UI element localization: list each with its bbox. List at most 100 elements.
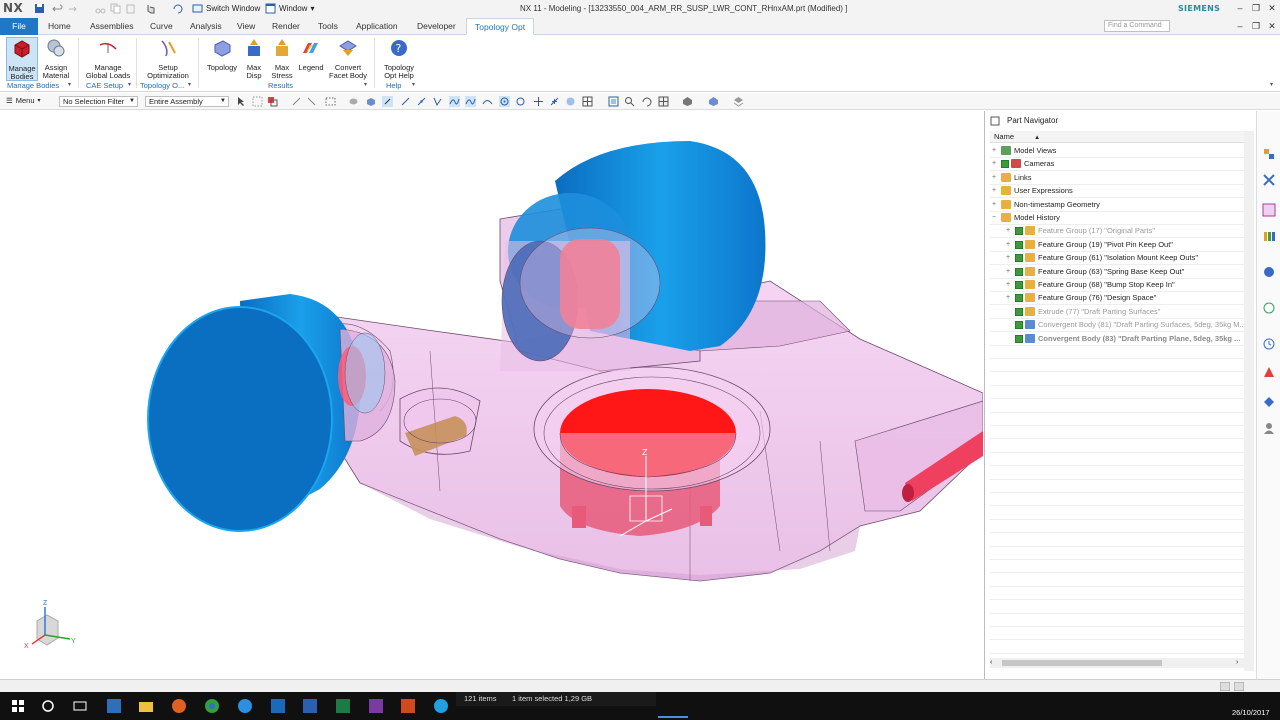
expand-toggle-icon[interactable]: − xyxy=(992,211,1000,224)
expand-toggle-icon[interactable]: + xyxy=(992,171,1000,184)
point-on-curve-icon[interactable] xyxy=(549,96,560,107)
point-on-surface-icon[interactable] xyxy=(565,96,576,107)
snap-icon[interactable] xyxy=(306,96,317,107)
hd3d-tools-icon[interactable] xyxy=(1262,265,1276,279)
visibility-checkbox[interactable] xyxy=(1015,254,1023,263)
max-stress-button[interactable]: Max Stress xyxy=(270,37,294,81)
assembly-navigator-icon[interactable] xyxy=(1262,147,1276,161)
manage-global-loads-button[interactable]: Manage Global Loads xyxy=(84,37,132,81)
tree-row[interactable]: Extrude (77) "Draft Parting Surfaces" xyxy=(990,305,1254,318)
tab-render[interactable]: Render xyxy=(272,18,300,35)
tree-row[interactable]: + Feature Group (19) "Pivot Pin Keep Out" xyxy=(990,238,1254,251)
snap-icon[interactable] xyxy=(291,96,302,107)
scroll-right-icon[interactable]: › xyxy=(1236,658,1238,668)
setup-optimization-button[interactable]: Setup Optimization xyxy=(144,37,192,81)
cylinder-select-icon[interactable] xyxy=(348,96,359,107)
max-disp-button[interactable]: Max Disp xyxy=(242,37,266,81)
zoom-icon[interactable] xyxy=(624,96,635,107)
touch-mode-icon[interactable] xyxy=(145,3,156,14)
cut-icon[interactable] xyxy=(95,3,106,14)
tree-row[interactable]: + Links xyxy=(990,171,1254,184)
chevron-down-icon[interactable]: ▾ xyxy=(412,81,415,88)
tab-application[interactable]: Application xyxy=(356,18,398,35)
tree-row[interactable]: + Feature Group (63) "Spring Base Keep Ou… xyxy=(990,265,1254,278)
skype-icon[interactable] xyxy=(433,698,449,714)
tree-row[interactable]: + Feature Group (17) "Original Parts" xyxy=(990,224,1254,237)
tree-row[interactable]: + Feature Group (76) "Design Space" xyxy=(990,291,1254,304)
work-layer-icon[interactable] xyxy=(733,96,744,107)
chevron-down-icon[interactable]: ▾ xyxy=(68,81,71,88)
model-graphics[interactable]: Z Z X Y xyxy=(0,111,983,679)
task-view-icon[interactable] xyxy=(72,698,88,714)
tab-topology-opt[interactable]: Topology Opt xyxy=(466,18,535,35)
doc-minimize-button[interactable]: – xyxy=(1234,20,1246,32)
copy-icon[interactable] xyxy=(110,3,121,14)
edit-section-icon[interactable] xyxy=(708,96,719,107)
visibility-checkbox[interactable] xyxy=(1015,307,1023,316)
isolation-mount-top[interactable] xyxy=(500,141,766,371)
repeat-command-icon[interactable] xyxy=(172,3,183,14)
quadrant-icon[interactable] xyxy=(515,96,526,107)
multi-select-icon[interactable] xyxy=(267,96,278,107)
paste-icon[interactable] xyxy=(125,3,136,14)
constraint-navigator-icon[interactable] xyxy=(1262,173,1276,187)
clock-date[interactable]: 26/10/2017 xyxy=(1232,708,1270,717)
excel-icon[interactable] xyxy=(335,698,351,714)
expand-toggle-icon[interactable]: + xyxy=(1006,238,1014,251)
topology-opt-help-button[interactable]: ? Topology Opt Help xyxy=(380,37,418,81)
system-materials-icon[interactable] xyxy=(1262,365,1276,379)
nx-taskbar-icon[interactable] xyxy=(106,698,122,714)
body-select-icon[interactable] xyxy=(365,96,376,107)
tab-file[interactable]: File xyxy=(0,18,38,35)
visibility-checkbox[interactable] xyxy=(1001,160,1009,169)
tree-row[interactable]: + Feature Group (68) "Bump Stop Keep In" xyxy=(990,278,1254,291)
view-list-icon[interactable] xyxy=(1220,682,1230,691)
expand-toggle-icon[interactable]: + xyxy=(1006,224,1014,237)
expand-toggle-icon[interactable]: + xyxy=(992,144,1000,157)
graphics-viewport[interactable]: Z Z X Y xyxy=(0,111,983,679)
visibility-checkbox[interactable] xyxy=(1015,267,1023,276)
tangent-icon[interactable] xyxy=(482,96,493,107)
expand-toggle-icon[interactable]: + xyxy=(1006,291,1014,304)
legend-button[interactable]: Legend xyxy=(296,37,326,72)
search-icon[interactable] xyxy=(40,698,56,714)
switch-window-button[interactable]: Switch Window xyxy=(192,2,260,15)
menu-button[interactable]: ☰ Menu ▾ xyxy=(6,96,41,105)
tree-row[interactable]: Convergent Body (83) "Draft Parting Plan… xyxy=(990,332,1254,345)
restore-button[interactable]: ❐ xyxy=(1250,2,1262,14)
rectangle-select-icon[interactable] xyxy=(325,96,336,107)
control-point-icon[interactable] xyxy=(432,96,443,107)
expand-toggle-icon[interactable]: + xyxy=(992,157,1000,170)
tab-curve[interactable]: Curve xyxy=(150,18,173,35)
fit-view-icon[interactable] xyxy=(608,96,619,107)
tree-row[interactable]: + Cameras xyxy=(990,157,1254,170)
history-icon[interactable] xyxy=(1262,337,1276,351)
onenote-icon[interactable] xyxy=(368,698,384,714)
assign-material-button[interactable]: Assign Material xyxy=(40,37,72,81)
expand-toggle-icon[interactable]: + xyxy=(1006,278,1014,291)
chevron-down-icon[interactable]: ▾ xyxy=(188,81,191,88)
tree-row[interactable]: + User Expressions xyxy=(990,184,1254,197)
roles-icon[interactable] xyxy=(1262,421,1276,435)
visibility-checkbox[interactable] xyxy=(1015,240,1023,249)
powerpoint-icon[interactable] xyxy=(400,698,416,714)
rendering-style-icon[interactable] xyxy=(682,96,693,107)
selection-filter-dropdown[interactable]: No Selection Filter ▼ xyxy=(59,96,138,107)
redo-icon[interactable] xyxy=(66,3,77,14)
scroll-left-icon[interactable]: ‹ xyxy=(990,658,992,668)
visibility-checkbox[interactable] xyxy=(1015,321,1023,330)
undo-icon[interactable] xyxy=(52,3,63,14)
scrollbar-thumb[interactable] xyxy=(1002,660,1162,666)
existing-point-icon[interactable] xyxy=(533,96,544,107)
tab-analysis[interactable]: Analysis xyxy=(190,18,222,35)
arc-center-icon[interactable] xyxy=(499,96,510,107)
bounded-grid-icon[interactable] xyxy=(582,96,593,107)
rotate-icon[interactable] xyxy=(641,96,652,107)
tab-view[interactable]: View xyxy=(237,18,255,35)
mid-point-icon[interactable] xyxy=(416,96,427,107)
vertical-scrollbar[interactable] xyxy=(1244,131,1254,671)
close-button[interactable]: ✕ xyxy=(1266,2,1278,14)
end-point-icon[interactable] xyxy=(400,96,411,107)
visibility-checkbox[interactable] xyxy=(1015,227,1023,236)
doc-restore-button[interactable]: ❐ xyxy=(1250,20,1262,32)
